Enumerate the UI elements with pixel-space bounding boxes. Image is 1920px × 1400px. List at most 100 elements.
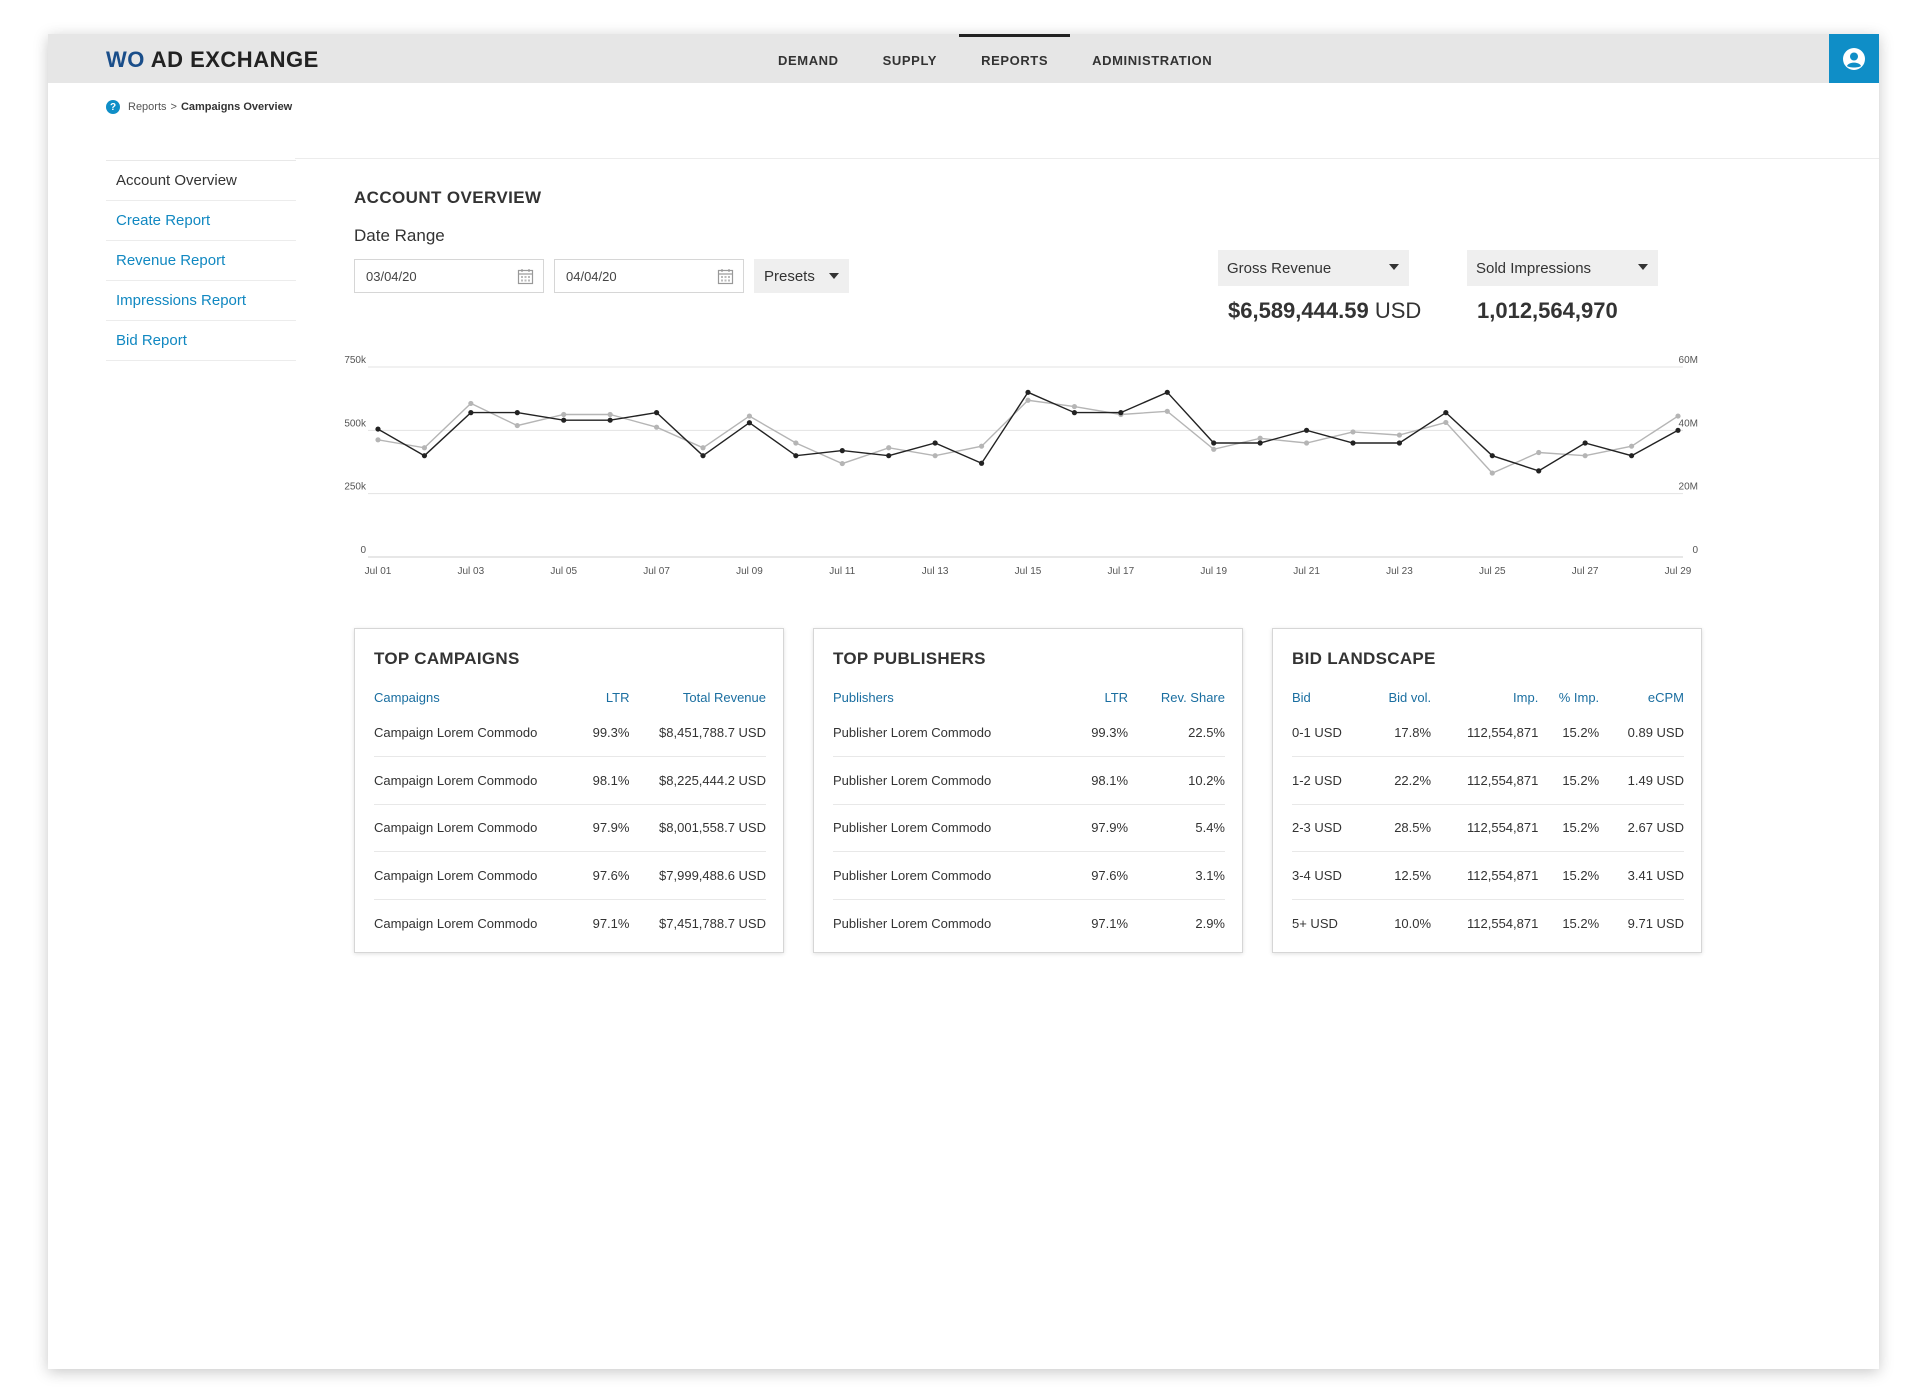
x-axis-tick-label: Jul 01 (365, 566, 392, 577)
table-cell: Publisher Lorem Commodo (833, 725, 992, 741)
table-row[interactable]: Campaign Lorem Commodo 98.1% $8,225,444.2 … (374, 756, 766, 805)
data-point-left (793, 453, 799, 459)
table-cell: 5+ USD (1292, 898, 1367, 947)
table-cell: Campaign Lorem Commodo (374, 803, 583, 852)
y-axis-right-tick-label: 0 (1692, 545, 1698, 556)
data-point-left (1350, 440, 1356, 446)
column-header[interactable]: eCPM (1599, 685, 1684, 709)
table-row[interactable]: 1-2 USD 22.2% 112,554,871 15.2% 1.49 USD (1292, 756, 1684, 805)
top-publishers-card: TOP PUBLISHERS Publishers LTR Rev. Share… (813, 628, 1243, 953)
table-row[interactable]: 3-4 USD 12.5% 112,554,871 15.2% 3.41 USD (1292, 851, 1684, 900)
data-point-left (700, 453, 706, 459)
table-cell: 112,554,871 (1431, 756, 1539, 805)
table-row[interactable]: Campaign Lorem Commodo 99.3% $8,451,788.7 … (374, 709, 766, 757)
table-cell: 10.2% (1128, 756, 1225, 805)
y-axis-left-tick-label: 250k (344, 482, 367, 493)
data-point-right (839, 460, 845, 467)
table-row[interactable]: 5+ USD 10.0% 112,554,871 15.2% 9.71 USD (1292, 898, 1684, 947)
table-cell: 97.1% (1072, 898, 1129, 947)
data-point-right (1257, 435, 1263, 441)
data-point-left (978, 460, 985, 466)
table-row[interactable]: Campaign Lorem Commodo 97.6% $7,999,488.6 … (374, 851, 766, 900)
table-cell: Publisher Lorem Commodo (833, 756, 1073, 805)
table-cell: 112,554,871 (1431, 803, 1539, 852)
data-point-left (561, 417, 567, 423)
column-header[interactable]: LTR (1072, 685, 1128, 709)
table-cell: 97.9% (582, 803, 630, 852)
table-cell: 2-3 USD (1292, 803, 1367, 852)
table-row[interactable]: Publisher Lorem Commodo 97.6% 3.1% (833, 851, 1225, 900)
table-cell: 0-1 USD (1292, 725, 1342, 741)
table-row[interactable]: Publisher Lorem Commodo 98.1% 10.2% (833, 756, 1225, 805)
column-header[interactable]: Publishers (833, 685, 1072, 709)
y-axis-left-tick-label: 750k (344, 355, 367, 366)
table-row[interactable]: Publisher Lorem Commodo 97.1% 2.9% (833, 898, 1225, 947)
data-point-right (1071, 403, 1078, 410)
column-header[interactable]: Campaigns (374, 685, 582, 709)
table-row[interactable]: 0-1 USD 17.8% 112,554,871 15.2% 0.89 USD (1292, 709, 1684, 757)
data-point-right (1303, 440, 1310, 446)
data-point-right (1675, 413, 1681, 419)
x-axis-tick-label: Jul 09 (736, 566, 763, 577)
table-cell: $7,451,788.7 USD (629, 898, 766, 947)
data-point-left (1536, 468, 1542, 474)
table-cell: $8,451,788.7 USD (659, 725, 766, 741)
data-point-left (1582, 440, 1588, 446)
column-header[interactable]: Bid (1292, 685, 1367, 709)
y-axis-right-tick-label: 20M (1679, 482, 1698, 493)
x-axis-tick-label: Jul 15 (1015, 566, 1042, 577)
data-point-left (839, 448, 845, 454)
column-header[interactable]: LTR (582, 685, 630, 709)
column-header[interactable]: Bid vol. (1367, 685, 1431, 709)
table-cell: 12.5% (1366, 851, 1432, 900)
y-axis-right-tick-label: 60M (1679, 355, 1698, 366)
app-window: WO AD EXCHANGE DEMAND SUPPLY REPORTS ADM… (48, 34, 1879, 1369)
table-cell: Campaign Lorem Commodo (374, 851, 583, 900)
table-cell: 0.89 USD (1627, 725, 1684, 741)
table-cell: 97.6% (582, 851, 630, 900)
data-point-left (1675, 427, 1681, 433)
table-cell: 15.2% (1538, 803, 1600, 852)
data-point-right (1489, 470, 1495, 476)
data-point-right (1164, 408, 1170, 414)
column-header[interactable]: % Imp. (1538, 685, 1599, 709)
data-point-right (1025, 397, 1031, 403)
data-point-right (886, 445, 892, 451)
data-point-left (1443, 410, 1449, 416)
table-cell: $8,001,558.7 USD (629, 803, 766, 852)
data-point-right (1443, 419, 1449, 426)
data-point-left (514, 410, 520, 416)
series-line-right (377, 399, 1679, 474)
table-row[interactable]: Campaign Lorem Commodo 97.1% $7,451,788.7 … (374, 898, 766, 947)
table-cell: 22.2% (1366, 756, 1432, 805)
table-row[interactable]: 2-3 USD 28.5% 112,554,871 15.2% 2.67 USD (1292, 803, 1684, 852)
column-header[interactable]: Total Revenue (629, 685, 766, 709)
table-row[interactable]: Campaign Lorem Commodo 97.9% $8,001,558.7 … (374, 803, 766, 852)
table-cell: 17.8% (1394, 725, 1432, 741)
data-point-left (653, 410, 660, 416)
data-point-left (1211, 440, 1217, 446)
data-point-left (746, 420, 753, 426)
data-point-left (1257, 440, 1263, 446)
table-row[interactable]: Publisher Lorem Commodo 99.3% 22.5% (833, 709, 1225, 757)
data-point-right (1536, 449, 1542, 456)
data-point-left (1489, 453, 1495, 459)
column-header[interactable]: Imp. (1431, 685, 1538, 709)
table-cell: $8,225,444.2 USD (629, 756, 766, 805)
column-header[interactable]: Rev. Share (1128, 685, 1225, 709)
y-axis-left-tick-label: 0 (360, 545, 366, 556)
table-cell: Publisher Lorem Commodo (833, 898, 1073, 947)
x-axis-tick-label: Jul 05 (550, 566, 577, 577)
table-cell: 15.2% (1538, 851, 1600, 900)
data-point-left (1303, 427, 1310, 433)
overview-line-chart: 0 0 250k 20M 500k 40M 750k 60M Jul 01 Jul 03 Jul 0… (344, 355, 1698, 577)
table-cell: 2.9% (1128, 898, 1225, 947)
data-point-right (653, 424, 660, 430)
table-cell: 112,554,871 (1431, 898, 1539, 947)
table-row[interactable]: Publisher Lorem Commodo 97.9% 5.4% (833, 803, 1225, 852)
top-publishers-title: TOP PUBLISHERS (833, 649, 986, 668)
table-cell: 97.9% (1072, 803, 1129, 852)
table-cell: 1.49 USD (1599, 756, 1684, 805)
table-cell: 98.1% (582, 756, 630, 805)
data-point-right (793, 440, 799, 446)
